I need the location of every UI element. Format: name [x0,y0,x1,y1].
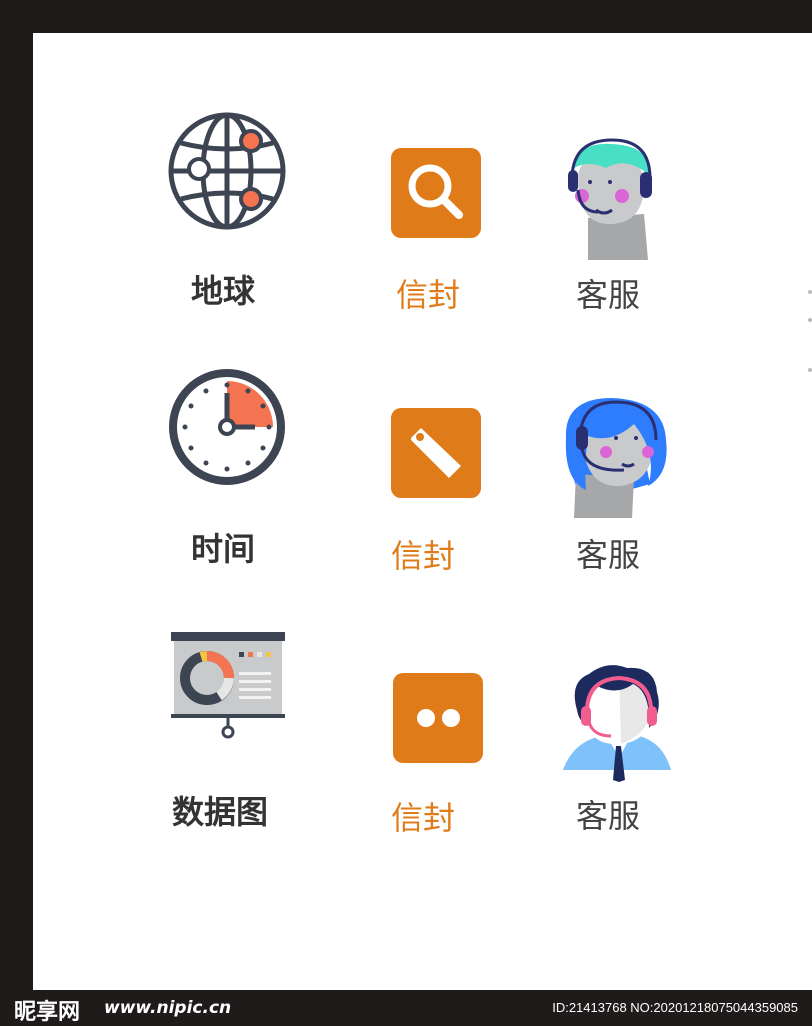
search-icon[interactable] [391,148,481,242]
chat-dots-icon[interactable] [393,673,483,767]
watermark-id: ID:21413768 NO:20201218075044359085 [552,1000,798,1015]
label-globe: 地球 [191,272,256,310]
customer-service-avatar-icon [566,138,656,266]
label-customer-service-2: 客服 [576,536,641,574]
label-customer-service-1: 客服 [576,276,641,314]
edge-mark [808,368,812,372]
customer-service-avatar-icon [560,394,672,524]
tag-icon[interactable] [391,408,481,502]
label-customer-service-3: 客服 [576,797,641,835]
watermark-site: www.nipic.cn [104,998,232,1018]
presentation-chart-icon [171,632,285,744]
edge-mark [808,318,812,322]
label-envelope-1: 信封 [396,276,461,314]
edge-mark [808,290,812,294]
label-data-chart: 数据图 [172,793,269,831]
label-envelope-3: 信封 [391,799,456,837]
watermark-brand: 昵享网 [14,999,81,1025]
customer-service-avatar-icon [563,662,673,786]
globe-icon [167,111,287,235]
label-time: 时间 [191,530,256,568]
clock-icon [167,367,287,491]
watermark-bar: 昵享网 www.nipic.cn ID:21413768 NO:20201218… [0,990,812,1025]
label-envelope-2: 信封 [391,537,456,575]
